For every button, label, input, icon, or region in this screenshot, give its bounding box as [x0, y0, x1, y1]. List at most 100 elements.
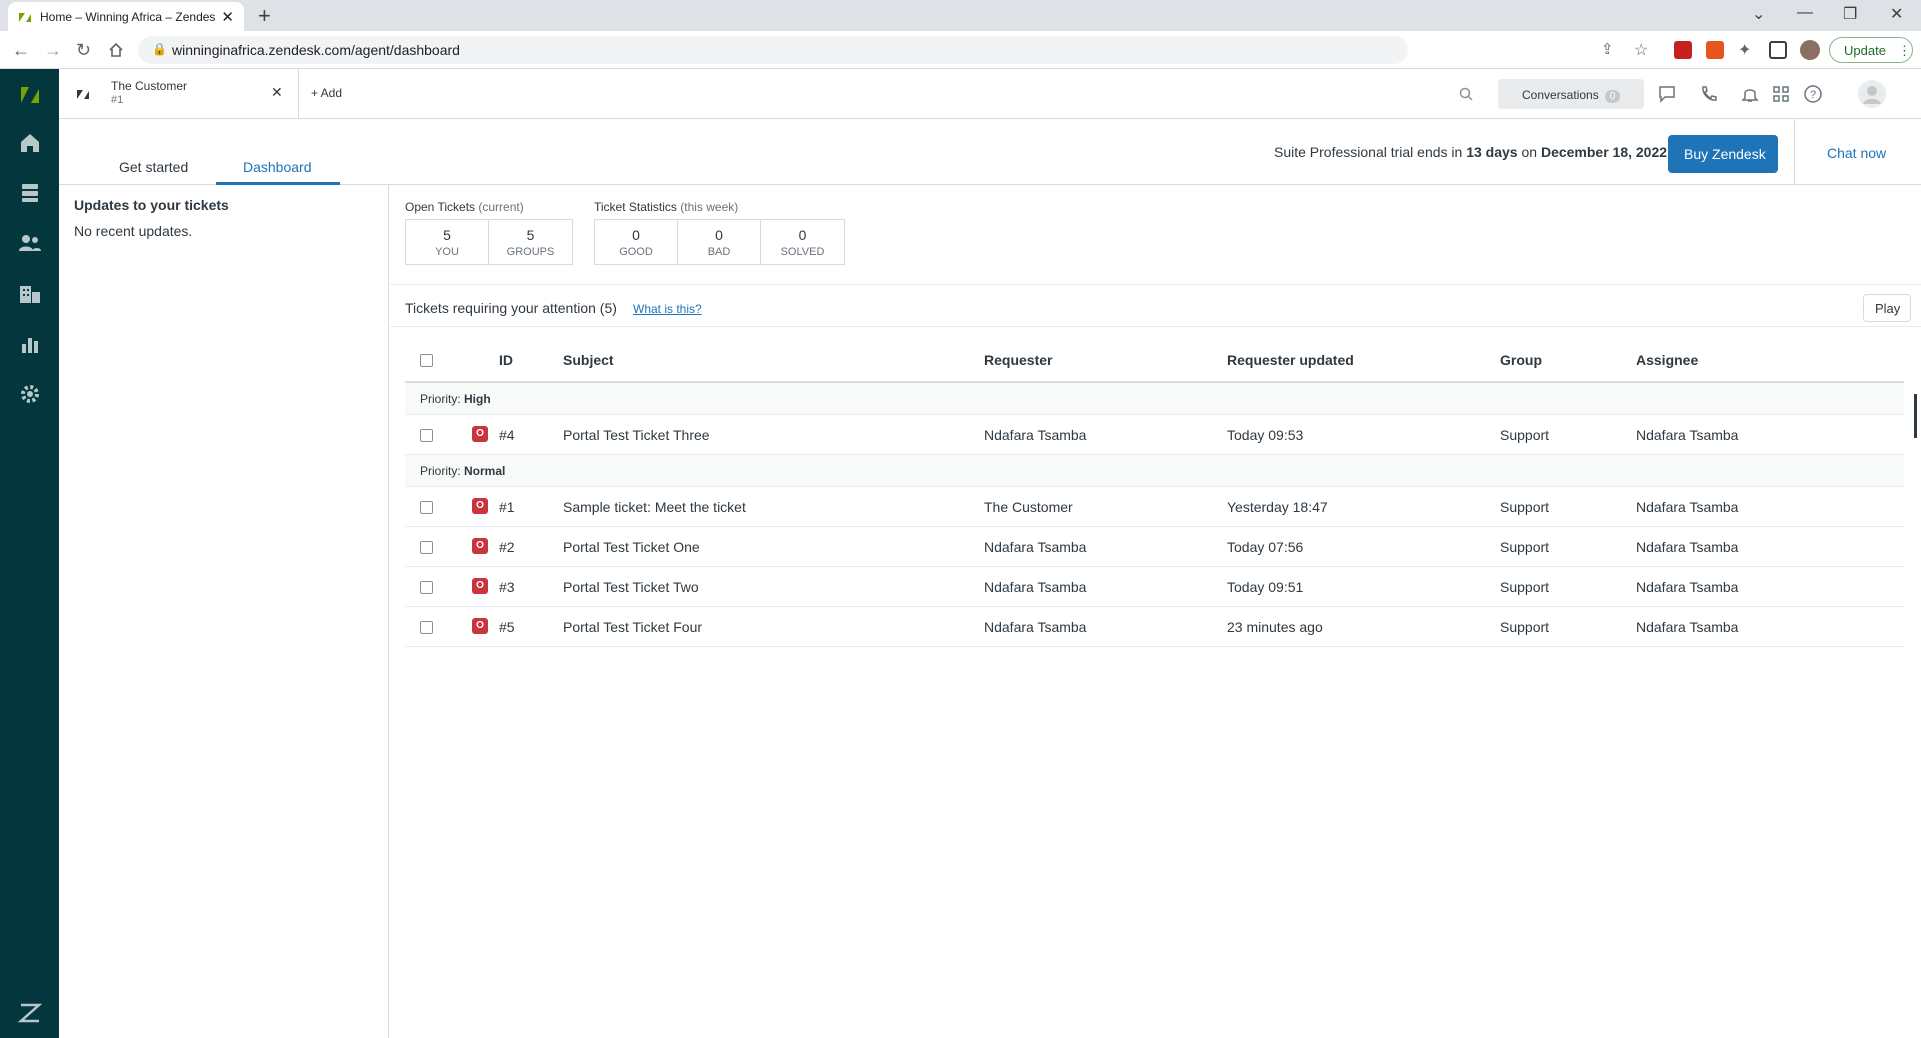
extensions-puzzle-icon[interactable]: ✦ — [1738, 40, 1751, 60]
side-panel-icon[interactable] — [1769, 41, 1787, 59]
ticket-subject[interactable]: Portal Test Ticket Two — [563, 579, 699, 595]
user-avatar-icon[interactable] — [1857, 79, 1887, 109]
open-tickets-box: 5 YOU 5 GROUPS — [405, 219, 573, 265]
ticket-requester-updated: Today 09:53 — [1227, 427, 1304, 443]
header-requester[interactable]: Requester — [984, 352, 1052, 368]
profile-avatar-icon[interactable] — [1800, 40, 1820, 60]
ticket-subject[interactable]: Portal Test Ticket Four — [563, 619, 702, 635]
table-row[interactable]: O #2 Portal Test Ticket One Ndafara Tsam… — [405, 527, 1904, 567]
what-is-this-link[interactable]: What is this? — [633, 302, 702, 316]
ticket-subject[interactable]: Sample ticket: Meet the ticket — [563, 499, 746, 515]
close-ticket-tab-icon[interactable]: ✕ — [271, 84, 283, 101]
play-button[interactable]: Play — [1863, 294, 1911, 322]
views-icon[interactable] — [18, 181, 42, 205]
ticket-id: #5 — [499, 619, 515, 635]
phone-icon[interactable] — [1699, 84, 1719, 104]
stat-label: YOU — [435, 246, 459, 258]
conversations-button[interactable]: Conversations 0 — [1498, 79, 1644, 109]
browser-tab[interactable]: Home – Winning Africa – Zendesk ✕ — [8, 2, 244, 31]
bookmark-star-icon[interactable]: ☆ — [1634, 40, 1648, 60]
close-window-icon[interactable]: ✕ — [1890, 4, 1903, 24]
attention-header: Tickets requiring your attention (5) Wha… — [390, 285, 1921, 327]
ticket-id: #4 — [499, 427, 515, 443]
buy-zendesk-button[interactable]: Buy Zendesk — [1668, 135, 1778, 173]
minimize-icon[interactable]: — — [1797, 4, 1813, 22]
home-icon[interactable] — [108, 42, 124, 58]
group-label: Priority: High — [420, 392, 491, 406]
url-text: winninginafrica.zendesk.com/agent/dashbo… — [172, 42, 460, 58]
app-topbar: The Customer #1 ✕ + Add Conversations 0 ? — [59, 69, 1921, 119]
updates-title: Updates to your tickets — [74, 197, 229, 213]
share-icon[interactable]: ⇪ — [1601, 40, 1614, 58]
products-grid-icon[interactable] — [1771, 84, 1791, 104]
table-row[interactable]: O #3 Portal Test Ticket Two Ndafara Tsam… — [405, 567, 1904, 607]
stat-bad[interactable]: 0 BAD — [678, 220, 761, 264]
browser-menu-icon: ⋮ — [1898, 43, 1911, 58]
new-tab-icon[interactable]: + — [258, 3, 271, 29]
add-tab-button[interactable]: + Add — [311, 86, 342, 100]
back-icon[interactable]: ← — [12, 40, 30, 61]
header-requester-updated[interactable]: Requester updated — [1227, 352, 1354, 368]
tab-search-icon[interactable]: ⌄ — [1752, 4, 1765, 24]
zendesk-products-icon[interactable] — [18, 1001, 42, 1025]
group-label-value: High — [464, 392, 491, 406]
ticket-assignee: Ndafara Tsamba — [1636, 619, 1739, 635]
stat-you[interactable]: 5 YOU — [406, 220, 489, 264]
trial-days: 13 days — [1466, 144, 1518, 160]
row-checkbox[interactable] — [420, 501, 433, 514]
stat-good[interactable]: 0 GOOD — [595, 220, 678, 264]
stat-groups[interactable]: 5 GROUPS — [489, 220, 572, 264]
trial-date: December 18, 2022 — [1540, 144, 1668, 160]
select-all-checkbox[interactable] — [420, 354, 433, 367]
close-tab-icon[interactable]: ✕ — [221, 8, 234, 26]
organizations-icon[interactable] — [18, 282, 42, 306]
chat-now-link[interactable]: Chat now — [1827, 145, 1886, 161]
ticket-group: Support — [1500, 427, 1550, 443]
ticket-requester-updated: 23 minutes ago — [1227, 619, 1323, 635]
ticket-statistics-label: Ticket Statistics — [594, 200, 677, 214]
open-tickets-qualifier: (current) — [478, 200, 524, 214]
restore-icon[interactable]: ❐ — [1843, 4, 1857, 24]
table-row[interactable]: O #4 Portal Test Ticket Three Ndafara Ts… — [405, 415, 1904, 455]
ticket-subject[interactable]: Portal Test Ticket One — [563, 539, 700, 555]
tab-dashboard[interactable]: Dashboard — [243, 159, 312, 175]
scrollbar-thumb[interactable] — [1914, 394, 1917, 438]
app-sidebar — [0, 69, 59, 1038]
stat-solved[interactable]: 0 SOLVED — [761, 220, 844, 264]
home-nav-icon[interactable] — [18, 131, 42, 155]
address-bar[interactable]: 🔒 winninginafrica.zendesk.com/agent/dash… — [138, 36, 1408, 64]
group-row-high: Priority: High — [405, 383, 1904, 415]
header-subject[interactable]: Subject — [563, 352, 614, 368]
browser-update-button[interactable]: Update ⋮ — [1829, 37, 1913, 63]
reporting-icon[interactable] — [18, 332, 42, 356]
extension-red-icon[interactable] — [1674, 41, 1692, 59]
updates-panel: Updates to your tickets No recent update… — [59, 185, 389, 1038]
row-checkbox[interactable] — [420, 581, 433, 594]
dashboard-main: Open Tickets (current) 5 YOU 5 GROUPS Ti… — [390, 185, 1921, 1038]
reload-icon[interactable]: ↻ — [76, 40, 91, 61]
tab-get-started[interactable]: Get started — [119, 159, 188, 175]
extension-orange-icon[interactable] — [1706, 41, 1724, 59]
search-icon[interactable] — [1459, 87, 1473, 101]
zendesk-logo-icon[interactable] — [18, 83, 42, 107]
updates-empty-text: No recent updates. — [74, 223, 193, 239]
forward-icon[interactable]: → — [44, 40, 62, 61]
dashboard-nav: Get started Dashboard Suite Professional… — [59, 119, 1921, 185]
ticket-group: Support — [1500, 619, 1550, 635]
open-ticket-tab[interactable]: The Customer #1 ✕ — [59, 69, 299, 119]
header-group[interactable]: Group — [1500, 352, 1542, 368]
header-assignee[interactable]: Assignee — [1636, 352, 1698, 368]
customers-icon[interactable] — [18, 231, 42, 255]
notifications-bell-icon[interactable] — [1740, 84, 1760, 104]
table-row[interactable]: O #5 Portal Test Ticket Four Ndafara Tsa… — [405, 607, 1904, 647]
table-row[interactable]: O #1 Sample ticket: Meet the ticket The … — [405, 487, 1904, 527]
header-id[interactable]: ID — [499, 352, 513, 368]
help-icon[interactable]: ? — [1803, 84, 1823, 104]
row-checkbox[interactable] — [420, 541, 433, 554]
ticket-id: #1 — [499, 499, 515, 515]
ticket-subject[interactable]: Portal Test Ticket Three — [563, 427, 710, 443]
row-checkbox[interactable] — [420, 429, 433, 442]
admin-gear-icon[interactable] — [18, 382, 42, 406]
row-checkbox[interactable] — [420, 621, 433, 634]
chat-icon[interactable] — [1657, 84, 1677, 104]
